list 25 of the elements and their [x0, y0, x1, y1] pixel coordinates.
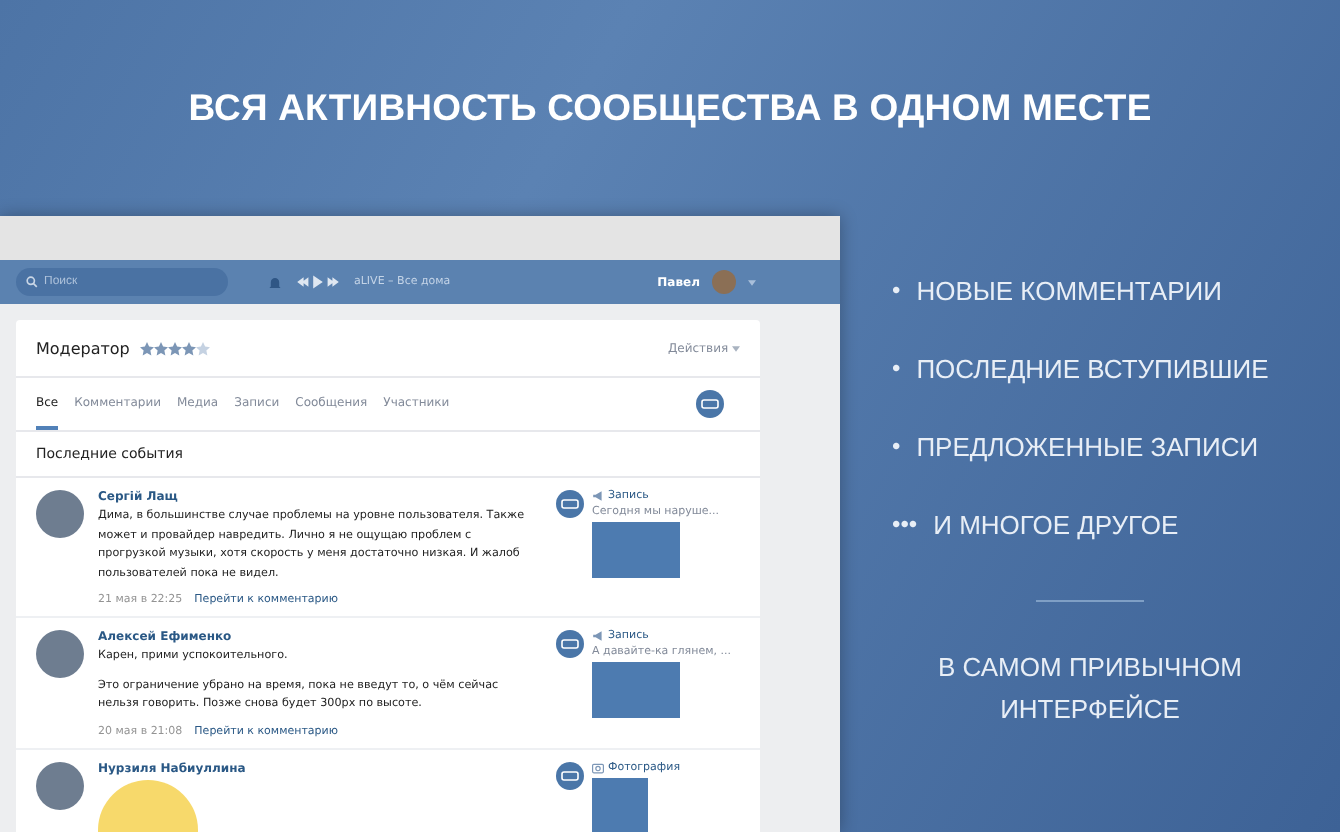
player-controls-icon[interactable] [294, 274, 342, 290]
megaphone-icon [592, 630, 604, 642]
logo-icon[interactable] [556, 490, 584, 518]
avatar[interactable] [36, 490, 84, 538]
headline: ВСЯ АКТИВНОСТЬ СООБЩЕСТВА В ОДНОМ МЕСТЕ [188, 86, 1152, 130]
bullet: • [892, 354, 901, 386]
camera-icon [592, 761, 604, 773]
tagline: В САМОМ ПРИВЫЧНОМ ИНТЕРФЕЙСЕ [936, 650, 1244, 728]
search-icon [26, 276, 38, 288]
logo-icon[interactable] [696, 390, 724, 418]
feature-text: ПОСЛЕДНИЕ ВСТУПИВШИЕ [916, 354, 1269, 388]
megaphone-icon [592, 490, 604, 502]
caret-icon [732, 345, 740, 351]
feature-text: И МНОГОЕ ДРУГОЕ [933, 510, 1179, 544]
avatar[interactable] [36, 761, 84, 809]
feature-text: НОВЫЕ КОММЕНТАРИИ [916, 276, 1222, 310]
caret-icon[interactable] [748, 279, 756, 285]
bullet: • [892, 276, 901, 308]
bullet: • [892, 432, 901, 464]
feature-text: ПРЕДЛОЖЕННЫЕ ЗАПИСИ [916, 432, 1259, 466]
logo-icon[interactable] [556, 761, 584, 789]
bullet: ••• [892, 510, 918, 542]
logo-icon[interactable] [556, 630, 584, 658]
avatar[interactable] [36, 630, 84, 678]
card-title: Модератор [36, 339, 130, 357]
